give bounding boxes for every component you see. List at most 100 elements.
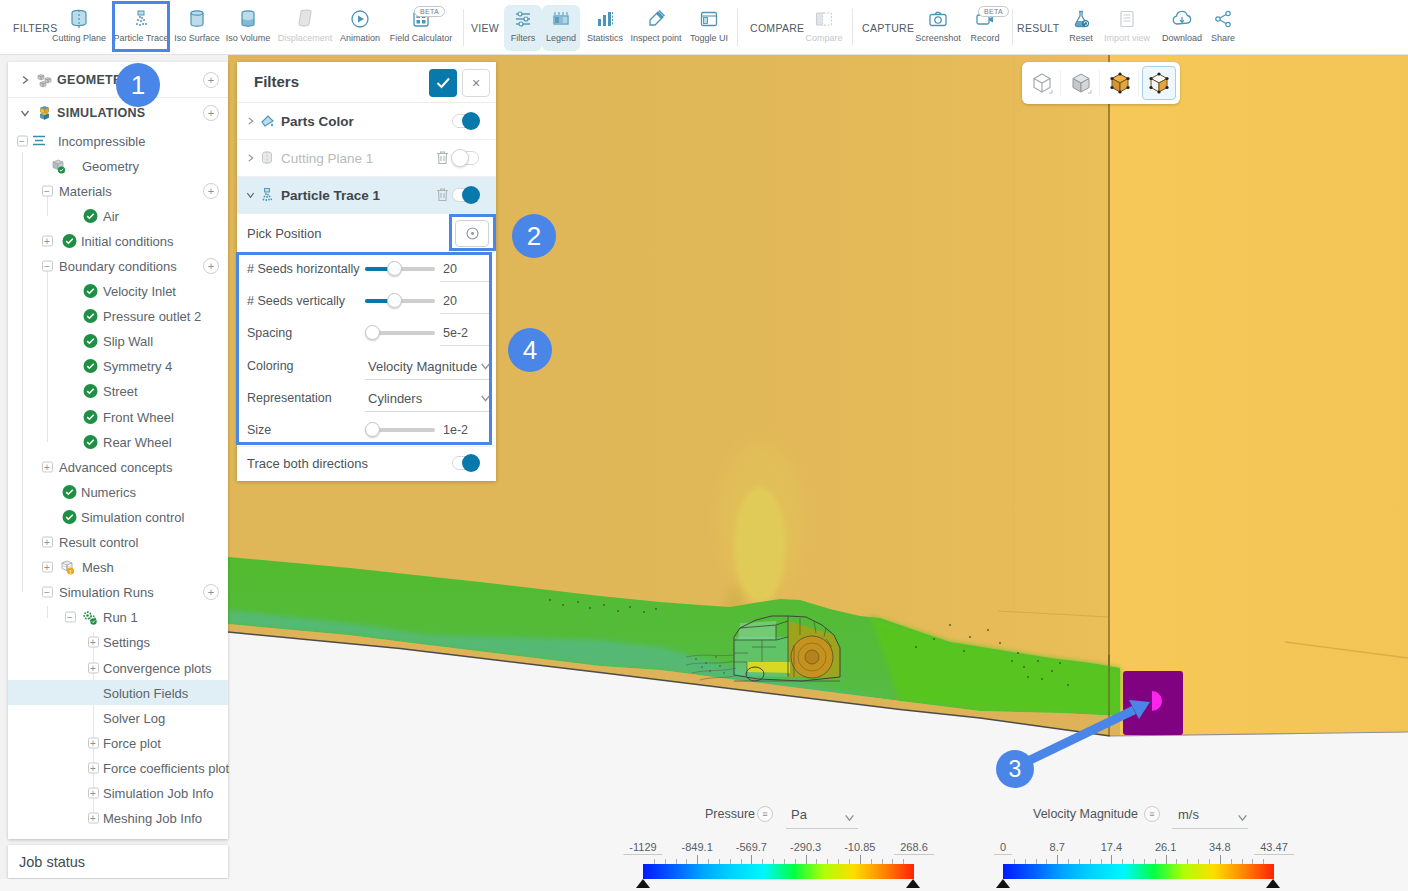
tree-item-advanced-concepts[interactable]: +Advanced concepts — [8, 454, 228, 479]
collapse-icon[interactable]: − — [42, 185, 53, 196]
expand-icon[interactable]: + — [42, 537, 53, 548]
apply-button[interactable] — [429, 69, 457, 97]
toolbar-button-share[interactable]: Share — [1195, 5, 1251, 51]
add-child-button[interactable]: + — [203, 183, 219, 199]
param-value[interactable]: 1e-2 — [443, 423, 468, 437]
expand-icon[interactable]: + — [88, 813, 99, 824]
tree-item-settings[interactable]: +Settings — [8, 630, 228, 655]
filter-row-parts-color[interactable]: Parts Color — [237, 103, 496, 140]
param-dropdown-representation[interactable]: Cylinders — [368, 390, 422, 405]
toolbar-button-iso-volume[interactable]: Iso Volume — [220, 5, 276, 51]
expand-icon[interactable]: + — [88, 787, 99, 798]
filter-row-cutting-plane-1[interactable]: Cutting Plane 1 — [237, 140, 496, 177]
chevron-down-icon[interactable] — [246, 191, 255, 200]
view-cube-solid[interactable] — [1061, 62, 1100, 104]
tree-item-symmetry-4[interactable]: Symmetry 4 — [8, 354, 228, 379]
tree-item-street[interactable]: Street — [8, 379, 228, 404]
tree-item-result-control[interactable]: +Result control — [8, 530, 228, 555]
legend-tick-label[interactable]: 268.6 — [894, 841, 934, 855]
legend-tick-label[interactable]: 0 — [994, 841, 1012, 855]
toolbar-button-compare[interactable]: Compare — [796, 5, 852, 51]
legend-min-handle[interactable] — [996, 879, 1010, 888]
tree-item-solver-log[interactable]: Solver Log — [8, 705, 228, 730]
add-child-button[interactable]: + — [203, 258, 219, 274]
param-value[interactable]: 20 — [443, 262, 457, 276]
tree-item-pressure-outlet-2[interactable]: Pressure outlet 2 — [8, 304, 228, 329]
legend-unit[interactable]: m/s — [1178, 807, 1199, 822]
sidebar-section-simulations[interactable]: SIMULATIONS + — [8, 98, 228, 128]
tree-item-mesh[interactable]: +!Mesh — [8, 555, 228, 580]
param-dropdown-coloring[interactable]: Velocity Magnitude — [368, 358, 477, 373]
tree-item-initial-conditions[interactable]: +Initial conditions — [8, 228, 228, 253]
chevron-right-icon[interactable] — [20, 75, 30, 85]
job-status-panel[interactable]: Job status — [8, 845, 228, 878]
legend-options-icon[interactable]: ≡ — [1144, 806, 1160, 822]
tree-item-numerics[interactable]: Numerics — [8, 479, 228, 504]
tree-item-air[interactable]: Air — [8, 203, 228, 228]
toolbar-button-displacement[interactable]: Displacement — [277, 5, 333, 51]
visibility-toggle[interactable] — [452, 188, 479, 202]
tree-item-materials[interactable]: −Materials+ — [8, 178, 228, 203]
legend-tick-label[interactable]: -1129 — [623, 841, 662, 855]
chevron-down-icon[interactable] — [20, 108, 30, 118]
toolbar-button-inspect-point[interactable]: Inspect point — [628, 5, 684, 51]
tree-item-geometry[interactable]: Geometry — [8, 153, 228, 178]
delete-icon[interactable] — [436, 150, 450, 166]
tree-item-velocity-inlet[interactable]: Velocity Inlet — [8, 279, 228, 304]
expand-icon[interactable]: + — [88, 737, 99, 748]
add-simulation-button[interactable]: + — [203, 105, 219, 121]
expand-icon[interactable]: + — [88, 637, 99, 648]
visibility-toggle[interactable] — [452, 151, 479, 165]
visibility-toggle[interactable] — [452, 114, 479, 128]
pick-position-button[interactable] — [455, 220, 489, 247]
tree-item-simulation-runs[interactable]: −Simulation Runs+ — [8, 580, 228, 605]
add-geometry-button[interactable]: + — [203, 72, 219, 88]
param-slider--seeds-horizontally[interactable] — [365, 267, 435, 271]
toolbar-button-iso-surface[interactable]: Iso Surface — [169, 5, 225, 51]
chevron-right-icon[interactable] — [246, 154, 255, 163]
view-cube-selected[interactable] — [1142, 66, 1176, 100]
legend-unit[interactable]: Pa — [791, 807, 807, 822]
param-slider-size[interactable] — [365, 428, 435, 432]
collapse-icon[interactable]: − — [42, 261, 53, 272]
expand-icon[interactable]: + — [42, 562, 53, 573]
legend-max-handle[interactable] — [906, 879, 920, 888]
param-slider--seeds-vertically[interactable] — [365, 299, 435, 303]
delete-icon[interactable] — [436, 187, 450, 203]
expand-icon[interactable]: + — [88, 662, 99, 673]
tree-item-force-coefficients-plot[interactable]: +Force coefficients plot — [8, 755, 228, 780]
tree-item-rear-wheel[interactable]: Rear Wheel — [8, 429, 228, 454]
toolbar-button-import-view[interactable]: Import view — [1099, 5, 1155, 51]
toolbar-button-cutting-plane[interactable]: Cutting Plane — [51, 5, 107, 51]
tree-item-slip-wall[interactable]: Slip Wall — [8, 329, 228, 354]
tree-item-simulation-job-info[interactable]: +Simulation Job Info — [8, 780, 228, 805]
view-cube-wireframe[interactable] — [1022, 62, 1061, 104]
tree-item-solution-fields[interactable]: Solution Fields — [8, 680, 228, 705]
view-cube-selected-slot[interactable] — [1139, 62, 1178, 104]
tree-item-run-1[interactable]: −Run 1 — [8, 605, 228, 630]
toolbar-button-animation[interactable]: Animation — [332, 5, 388, 51]
expand-icon[interactable]: + — [42, 461, 53, 472]
param-value[interactable]: 5e-2 — [443, 326, 468, 340]
legend-colorbar[interactable] — [643, 864, 914, 879]
expand-icon[interactable]: + — [88, 762, 99, 773]
toolbar-button-statistics[interactable]: Statistics — [577, 5, 633, 51]
legend-tick-label[interactable]: 43.47 — [1254, 841, 1294, 855]
legend-max-handle[interactable] — [1266, 879, 1280, 888]
add-child-button[interactable]: + — [203, 584, 219, 600]
expand-icon[interactable]: + — [42, 235, 53, 246]
param-slider-spacing[interactable] — [365, 331, 435, 335]
legend-options-icon[interactable]: ≡ — [757, 806, 773, 822]
legend-colorbar[interactable] — [1003, 864, 1274, 879]
chevron-right-icon[interactable] — [246, 117, 255, 126]
close-button[interactable]: × — [462, 69, 490, 97]
view-cube-colored[interactable] — [1100, 62, 1139, 104]
filter-row-particle-trace-1[interactable]: Particle Trace 1 — [237, 177, 496, 214]
toolbar-button-toggle-ui[interactable]: Toggle UI — [681, 5, 737, 51]
param-value[interactable]: 20 — [443, 294, 457, 308]
collapse-icon[interactable]: − — [65, 612, 76, 623]
tree-item-meshing-job-info[interactable]: +Meshing Job Info — [8, 806, 228, 831]
tree-item-boundary-conditions[interactable]: −Boundary conditions+ — [8, 253, 228, 278]
tree-item-incompressible[interactable]: −Incompressible — [8, 128, 228, 153]
legend-min-handle[interactable] — [636, 879, 650, 888]
